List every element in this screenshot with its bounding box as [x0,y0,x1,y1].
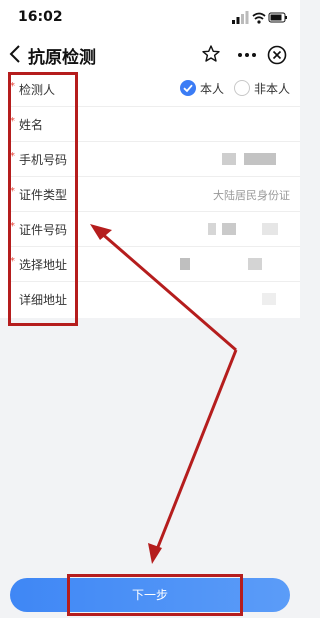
battery-icon [268,12,287,23]
radio-other[interactable]: 非本人 [234,79,290,99]
radio-unchecked-icon [234,80,250,96]
redacted-value [248,258,262,270]
status-time: 16:02 [18,9,63,25]
nav-bar: 抗原检测 [0,36,300,72]
page-title: 抗原检测 [28,48,96,68]
highlight-box-button [67,574,243,616]
redacted-value [208,223,216,235]
signal-icon [232,11,249,24]
redacted-value [262,223,278,235]
mini-program-capsule [228,42,292,68]
radio-checked-icon [180,80,196,96]
status-bar: 16:02 [0,0,300,36]
highlight-box-fields [8,72,78,326]
wifi-icon [252,12,266,24]
status-icons [232,11,287,24]
more-icon[interactable] [236,46,258,64]
redacted-value [222,223,236,235]
radio-other-label: 非本人 [254,82,291,96]
id-type-value: 大陆居民身份证 [213,189,290,202]
arrow-to-button [148,349,238,564]
redacted-value [222,153,236,165]
back-icon[interactable] [8,44,22,64]
close-icon[interactable] [266,44,288,66]
redacted-value [180,258,190,270]
redacted-value [244,153,276,165]
star-icon[interactable] [201,44,221,64]
tester-radio-group: 本人 非本人 [180,79,290,99]
radio-self[interactable]: 本人 [180,79,230,99]
redacted-value [262,293,276,305]
radio-self-label: 本人 [200,82,225,96]
